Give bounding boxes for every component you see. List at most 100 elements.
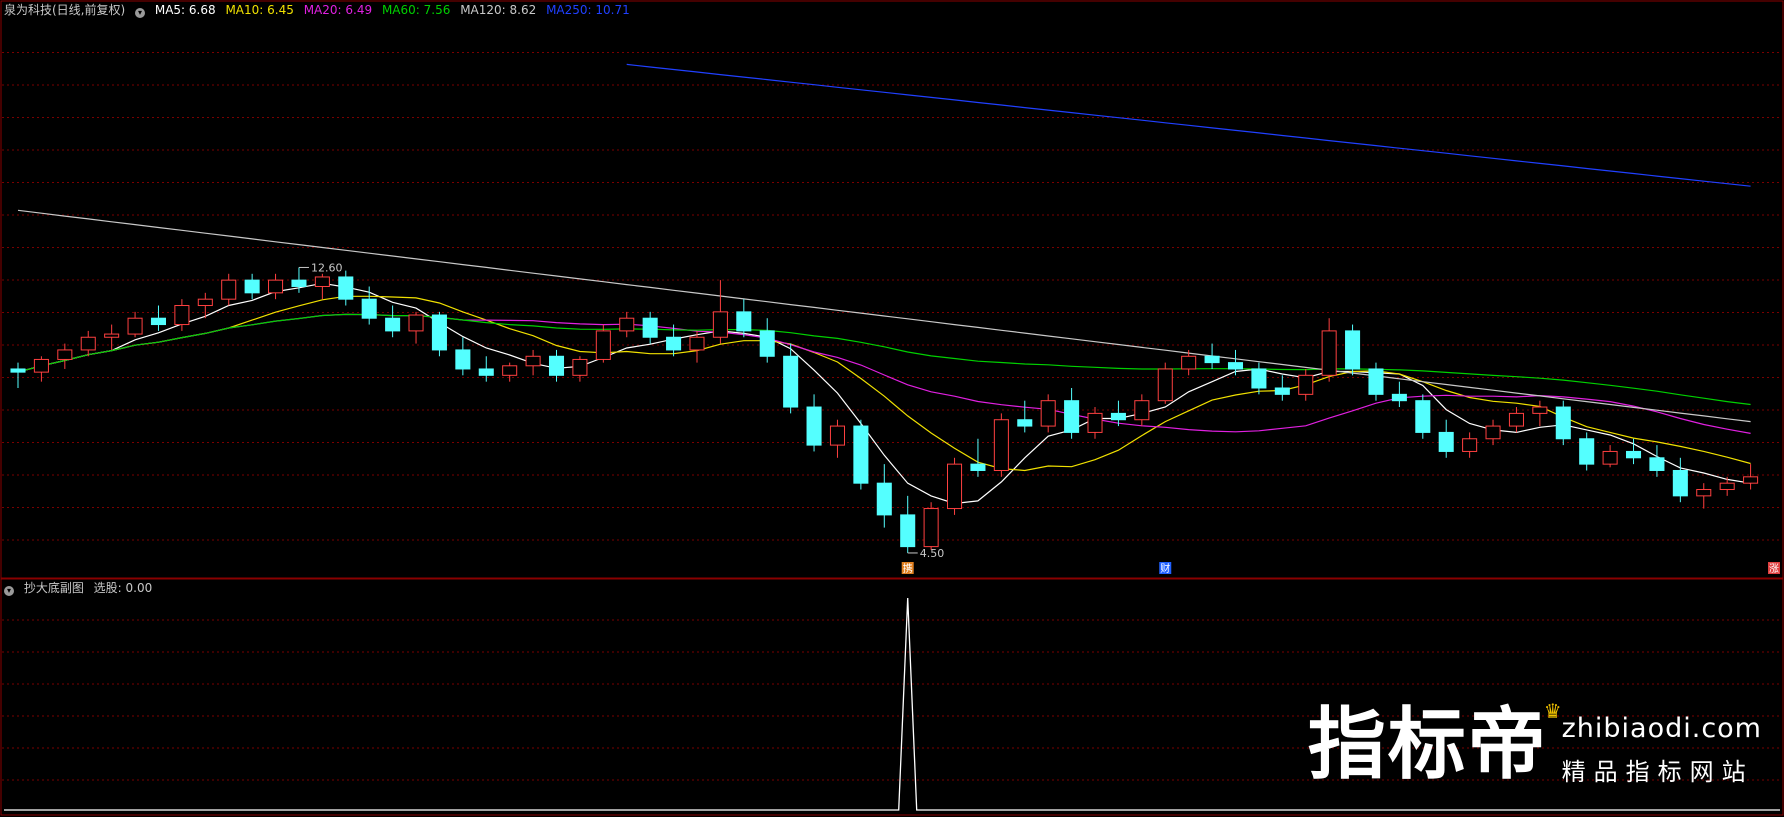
low-label: 4.50 xyxy=(920,547,945,560)
candle-body xyxy=(478,368,494,376)
candle-body xyxy=(970,463,986,471)
candle-body xyxy=(666,336,682,351)
candle-body xyxy=(853,425,869,484)
candle-body xyxy=(1485,425,1501,440)
candle-body xyxy=(1672,469,1688,497)
sub-panel-value: 选股: 0.00 xyxy=(93,581,153,595)
candle-body xyxy=(33,358,49,373)
high-label: 12.60 xyxy=(311,261,343,274)
event-marker-text: 财 xyxy=(1160,562,1170,575)
candle-body xyxy=(1227,362,1244,370)
candle-body xyxy=(361,298,377,319)
candle-body xyxy=(127,317,143,335)
candle-body xyxy=(876,482,892,516)
watermark-right: zhibiaodi.com 精品指标网站 xyxy=(1562,713,1762,787)
candle-body xyxy=(1555,406,1571,440)
candle-body xyxy=(455,349,471,370)
candle-body xyxy=(759,330,775,357)
candle-body xyxy=(1134,400,1150,421)
candle-body xyxy=(197,298,213,307)
candle-body xyxy=(712,311,728,338)
candle-body xyxy=(1204,355,1220,364)
stock-title: 泉为科技(日线,前复权) xyxy=(4,3,126,17)
candle-body xyxy=(221,279,237,300)
candle-body xyxy=(1579,438,1595,465)
candle-body xyxy=(806,406,822,446)
event-marker-text: 携 xyxy=(903,562,913,575)
candle-body xyxy=(1743,476,1759,484)
candle-body xyxy=(783,355,799,408)
candle-body xyxy=(150,317,167,326)
candle-body xyxy=(1274,387,1290,395)
candle-body xyxy=(1602,450,1618,465)
candlestick-chart: 12.60 4.50 携 财 涨 xyxy=(0,0,1784,816)
candle-body xyxy=(1251,368,1267,389)
candle-body xyxy=(1391,393,1407,402)
candle-body xyxy=(947,463,963,510)
candle-body xyxy=(548,355,565,376)
candle-body xyxy=(1181,355,1197,370)
candle-body xyxy=(642,317,658,338)
candle-body xyxy=(689,336,705,351)
candle-body xyxy=(268,279,284,294)
event-marker-text: 涨 xyxy=(1769,563,1779,575)
candle-body xyxy=(408,314,424,332)
ma60-line xyxy=(17,313,1751,406)
candle-body xyxy=(1719,482,1735,491)
candle-body xyxy=(244,279,260,294)
candle-body xyxy=(900,514,916,548)
watermark-url: zhibiaodi.com xyxy=(1561,713,1762,744)
candle-body xyxy=(1157,368,1173,402)
candle-body xyxy=(1110,412,1126,421)
candle-body xyxy=(829,425,845,446)
ma10-label: MA10: 6.45 xyxy=(225,3,294,17)
candle-body xyxy=(1438,431,1454,452)
candle-body xyxy=(1087,412,1103,433)
candle-body xyxy=(1345,330,1361,370)
candle-body xyxy=(1649,457,1665,471)
candle-body xyxy=(1625,450,1642,459)
candle-body xyxy=(80,336,96,351)
ma60-label: MA60: 7.56 xyxy=(381,3,451,17)
ma250-line xyxy=(626,63,1751,187)
crown-icon: ♛ xyxy=(1543,699,1562,723)
candle-body xyxy=(1532,406,1548,414)
sub-settings-dot-icon[interactable]: ▾ xyxy=(4,586,14,596)
ma120-label: MA120: 8.62 xyxy=(460,3,537,17)
candle-body xyxy=(595,330,611,360)
candle-body xyxy=(1321,330,1337,376)
candle-body xyxy=(385,317,401,332)
candle-body xyxy=(57,349,73,360)
candle-body xyxy=(1508,412,1524,427)
ma20-line xyxy=(17,313,1751,434)
candle-body xyxy=(525,355,541,367)
candle-body xyxy=(431,314,447,351)
candle-body xyxy=(619,317,635,332)
candle-body xyxy=(1298,374,1314,395)
candle-body xyxy=(1017,419,1033,427)
settings-dot-icon[interactable]: ▾ xyxy=(135,8,146,18)
ma120-line xyxy=(17,209,1751,423)
ma20-label: MA20: 6.49 xyxy=(303,3,373,17)
ma250-label: MA250: 10.71 xyxy=(546,3,630,17)
candle-body xyxy=(174,305,190,326)
candle-body xyxy=(993,419,1009,471)
candle-body xyxy=(338,276,354,300)
ma5-label: MA5: 6.68 xyxy=(154,3,216,17)
candle-body xyxy=(104,333,120,338)
candle-body xyxy=(1064,400,1080,433)
ma10-line xyxy=(17,295,1751,472)
watermark-brand: 指标帝 xyxy=(1307,700,1548,790)
watermark-tagline: 精品指标网站 xyxy=(1561,758,1754,786)
candle-body xyxy=(736,311,752,332)
watermark: ♛ 指标帝 zhibiaodi.com 精品指标网站 xyxy=(1307,699,1762,790)
candle-body xyxy=(502,365,518,376)
candle-body xyxy=(572,358,588,376)
candle-body xyxy=(10,368,26,373)
sub-panel-header: ▾ 抄大底副图 选股: 0.00 xyxy=(4,581,158,596)
candle-body xyxy=(291,279,307,287)
candle-body xyxy=(923,508,939,548)
candle-body xyxy=(1462,438,1478,452)
candle-body xyxy=(1696,489,1712,497)
candle-body xyxy=(1415,400,1431,433)
